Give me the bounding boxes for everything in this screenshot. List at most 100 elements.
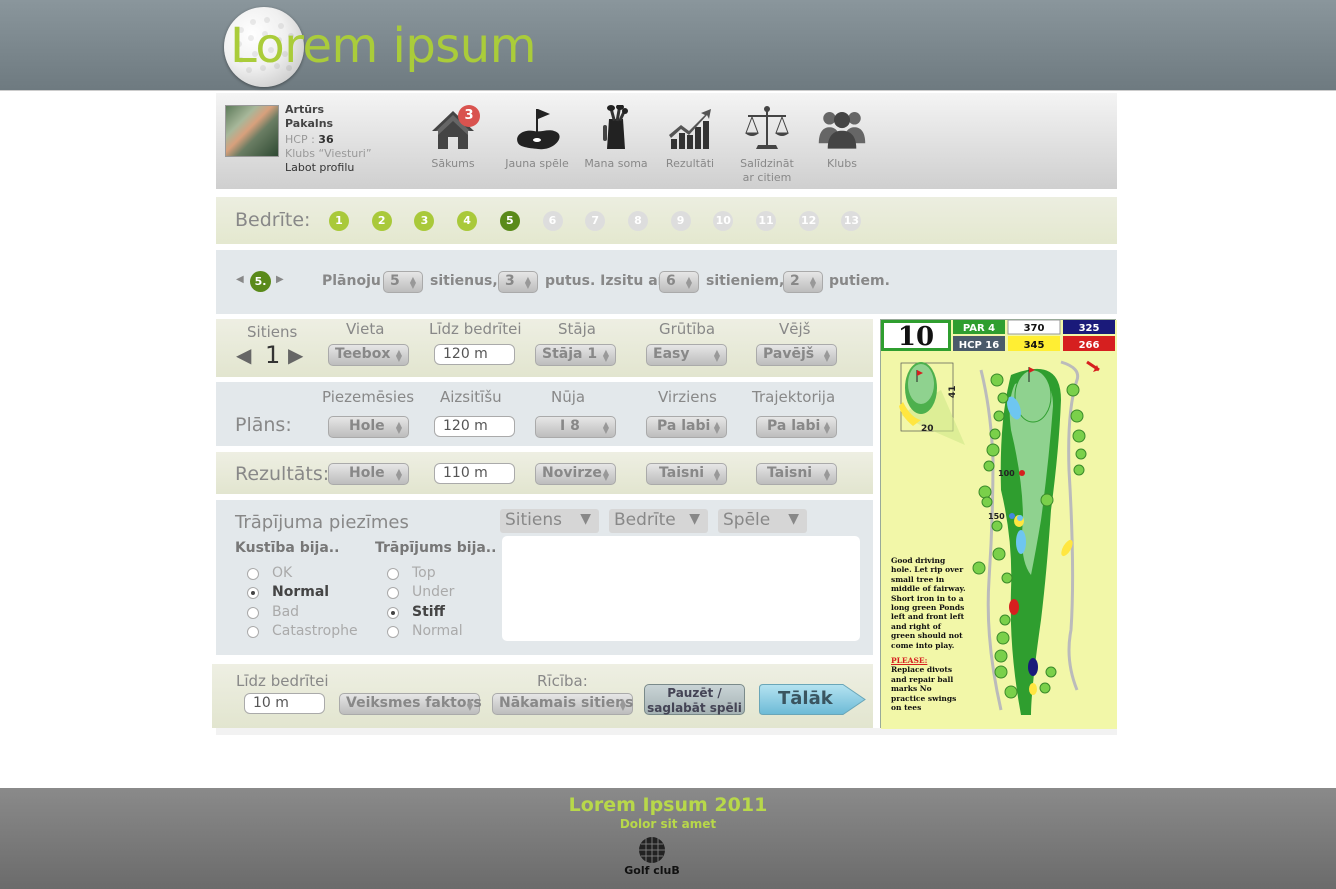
- next-stroke-arrow-icon[interactable]: ▶: [288, 343, 303, 367]
- card-red-yards: 266: [1079, 340, 1100, 351]
- plan-text-1: Plānoju: [322, 273, 381, 289]
- next-hole-arrow-icon[interactable]: ▶: [276, 274, 284, 285]
- card-please-text: Replace divots and repair ball marks No …: [891, 665, 957, 713]
- motion-radio-1[interactable]: [247, 587, 259, 600]
- hole-button-13[interactable]: 13: [841, 211, 862, 231]
- dropdown-arrow-icon: ▼: [580, 511, 591, 527]
- spinner-arrows-icon: ▲ ▼: [602, 420, 609, 435]
- distance-input[interactable]: 120 m: [434, 344, 515, 365]
- top-bar: Lorem ipsum: [0, 0, 1336, 91]
- result-landing-select[interactable]: Hole ▲ ▼: [328, 463, 409, 485]
- hole-button-2[interactable]: 2: [371, 211, 392, 231]
- difficulty-value: Easy: [653, 346, 690, 362]
- hole-button-4[interactable]: 4: [457, 211, 478, 231]
- planned-strokes-select[interactable]: 5 ▲ ▼: [383, 271, 423, 293]
- plan-row: Plāns: Piezemēsies Hole ▲ ▼ Aizsitīšu 120 …: [216, 382, 873, 446]
- hole-button-7[interactable]: 7: [585, 211, 606, 231]
- club-label: Nūja: [551, 388, 586, 406]
- motion-label: Kustība bija..: [235, 540, 340, 556]
- plan-text-4: sitieniem,: [706, 273, 785, 289]
- motion-option-label: OK: [272, 565, 293, 581]
- hit-radio-2[interactable]: [387, 606, 399, 619]
- hit-putts-value: 2: [790, 273, 800, 289]
- notes-game-dropdown[interactable]: Spēle ▼: [718, 509, 807, 533]
- wind-value: Pavējš: [763, 346, 815, 362]
- trajectory-select[interactable]: Pa labi ▲ ▼: [756, 416, 837, 438]
- pause-save-button[interactable]: Pauzēt / saglabāt spēli: [644, 684, 745, 715]
- card-hole-number: 10: [898, 322, 934, 352]
- card-yellow-yards: 345: [1024, 340, 1045, 351]
- edit-profile-link[interactable]: Labot profilu: [285, 161, 354, 174]
- action-label: Rīcība:: [537, 672, 588, 690]
- hit-option-label: Top: [412, 565, 436, 581]
- hit-putts-select[interactable]: 2 ▲ ▼: [783, 271, 823, 293]
- result-direction-select[interactable]: Taisni ▲ ▼: [646, 463, 727, 485]
- club-select[interactable]: I 8 ▲ ▼: [535, 416, 616, 438]
- motion-radio-2[interactable]: [247, 606, 259, 619]
- planned-putts-value: 3: [505, 273, 515, 289]
- hole-button-6[interactable]: 6: [542, 211, 563, 231]
- nav-item-results[interactable]: Rezultāti: [651, 105, 729, 171]
- prev-hole-arrow-icon[interactable]: ◀: [236, 274, 244, 285]
- nav-label-compare-line2: ar citiem: [742, 171, 792, 184]
- result-distance-input[interactable]: 110 m: [434, 463, 515, 484]
- spinner-arrows-icon: ▲ ▼: [619, 697, 626, 712]
- luck-factor-select[interactable]: Veiksmes faktors ▲ ▼: [339, 693, 482, 715]
- nav-item-home[interactable]: 3 Sākums: [414, 105, 492, 171]
- direction-select[interactable]: Pa labi ▲ ▼: [646, 416, 727, 438]
- nav-label-compare-line1: Salīdzināt: [740, 157, 794, 170]
- stance-select[interactable]: Stāja 1 ▲ ▼: [535, 344, 616, 366]
- site-logo-text[interactable]: Lorem ipsum: [230, 22, 536, 70]
- nav-item-bag[interactable]: Mana soma: [577, 105, 655, 171]
- notes-hole-dropdown[interactable]: Bedrīte ▼: [609, 509, 708, 533]
- hole-button-12[interactable]: 12: [798, 211, 819, 231]
- nav-item-clubs[interactable]: Klubs: [803, 105, 881, 171]
- spinner-arrows-icon: ▲ ▼: [602, 467, 609, 482]
- scales-icon: [745, 106, 789, 149]
- nav-item-new-game[interactable]: Jauna spēle: [498, 105, 576, 171]
- planned-strokes-value: 5: [390, 273, 400, 289]
- hole-button-1[interactable]: 1: [329, 211, 349, 231]
- landing-select[interactable]: Hole ▲ ▼: [328, 416, 409, 438]
- hole-button-11[interactable]: 11: [756, 211, 776, 231]
- hole-button-10[interactable]: 10: [713, 211, 734, 231]
- spinner-arrows-icon: ▲ ▼: [602, 348, 609, 363]
- hole-scorecard: 10 PAR 4 HCP 16 370 345 325 266 20 41 10…: [880, 319, 1117, 729]
- nav-label-new-game: Jauna spēle: [505, 157, 569, 170]
- deviation-select[interactable]: Novirze ▲ ▼: [535, 463, 616, 485]
- spinner-arrows-icon: ▲ ▼: [823, 420, 830, 435]
- nav-item-compare[interactable]: Salīdzināt ar citiem: [728, 105, 806, 185]
- motion-radio-0[interactable]: [247, 568, 259, 580]
- stance-label: Stāja: [558, 320, 596, 338]
- result-trajectory-select[interactable]: Taisni ▲ ▼: [756, 463, 837, 485]
- to-hole-input[interactable]: 10 m: [244, 693, 325, 714]
- next-button[interactable]: Tālāk: [759, 684, 866, 715]
- stance-value: Stāja 1: [542, 346, 598, 362]
- hole-button-3[interactable]: 3: [414, 211, 435, 231]
- result-row-label: Rezultāts:: [235, 463, 330, 485]
- to-hole-label: Līdz bedrītei: [236, 672, 329, 690]
- notes-textarea[interactable]: [502, 536, 860, 641]
- hole-button-9[interactable]: 9: [670, 211, 691, 231]
- club-value: I 8: [560, 418, 580, 434]
- wind-select[interactable]: Pavējš ▲ ▼: [756, 344, 837, 366]
- hit-radio-1[interactable]: [387, 587, 399, 600]
- prev-stroke-arrow-icon[interactable]: ◀: [236, 343, 251, 367]
- hole-button-5[interactable]: 5: [499, 211, 520, 231]
- shot-row: Sitiens ◀ 1 ▶ Vieta Teebox ▲ ▼ Līdz bedrīt…: [216, 319, 873, 377]
- spinner-arrows-icon: ▲ ▼: [395, 348, 402, 363]
- place-select[interactable]: Teebox ▲ ▼: [328, 344, 409, 366]
- difficulty-select[interactable]: Easy ▲ ▼: [646, 344, 727, 366]
- trajectory-label: Trajektorija: [752, 388, 836, 406]
- planned-putts-select[interactable]: 3 ▲ ▼: [498, 271, 538, 293]
- card-blue-yards: 325: [1079, 323, 1100, 334]
- notes-stroke-dropdown[interactable]: Sitiens ▼: [500, 509, 599, 533]
- action-select[interactable]: Nākamais sitiens ▲ ▼: [492, 693, 633, 715]
- hole-button-8[interactable]: 8: [627, 211, 648, 231]
- motion-radio-3[interactable]: [247, 625, 259, 638]
- carry-input[interactable]: 120 m: [434, 416, 515, 437]
- hit-strokes-select[interactable]: 6 ▲ ▼: [659, 271, 699, 293]
- hit-radio-0[interactable]: [387, 568, 399, 580]
- spinner-arrows-icon: ▲ ▼: [809, 275, 816, 290]
- hit-radio-3[interactable]: [387, 625, 399, 638]
